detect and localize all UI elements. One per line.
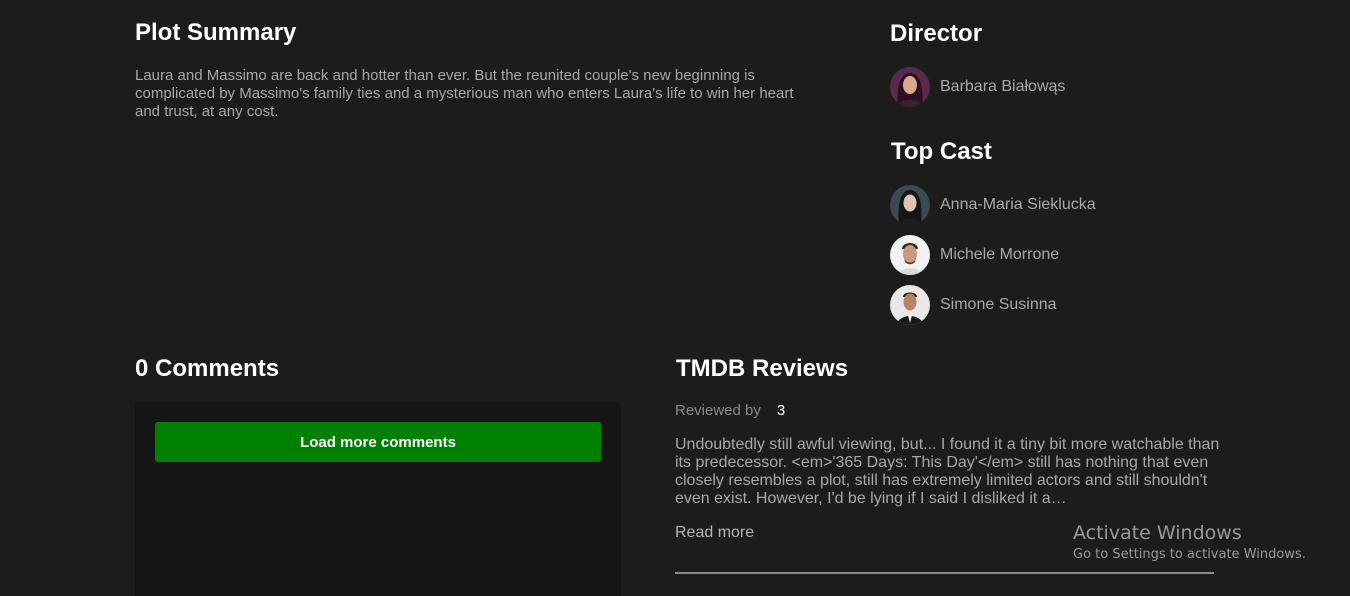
cast-member[interactable]: Simone Susinna	[890, 285, 1057, 325]
reviewed-by-label: Reviewed by	[675, 402, 761, 419]
cast-member[interactable]: Anna-Maria Sieklucka	[890, 185, 1096, 225]
cast-avatar	[890, 235, 930, 275]
activate-windows-subtitle: Go to Settings to activate Windows.	[1073, 547, 1306, 562]
director-item[interactable]: Barbara Białowąs	[890, 67, 1065, 107]
director-title: Director	[890, 20, 983, 47]
activate-windows-title: Activate Windows	[1073, 522, 1242, 544]
cast-member-name: Simone Susinna	[940, 296, 1057, 313]
tmdb-reviews-title: TMDB Reviews	[676, 355, 849, 382]
cast-avatar	[890, 285, 930, 325]
load-more-comments-button[interactable]: Load more comments	[155, 422, 601, 462]
plot-summary-text: Laura and Massimo are back and hotter th…	[135, 67, 794, 120]
comments-panel: Load more comments	[135, 402, 621, 596]
review-divider	[675, 572, 1214, 574]
reviewed-by-line: Reviewed by 3	[675, 402, 785, 419]
plot-summary-title: Plot Summary	[135, 19, 297, 46]
cast-member-name: Anna-Maria Sieklucka	[940, 196, 1096, 213]
review-text: Undoubtedly still awful viewing, but... …	[675, 436, 1220, 507]
comments-title: 0 Comments	[135, 355, 280, 382]
review-author[interactable]: 3	[777, 402, 785, 419]
read-more-link[interactable]: Read more	[675, 524, 754, 542]
cast-member[interactable]: Michele Morrone	[890, 235, 1059, 275]
director-name: Barbara Białowąs	[940, 78, 1066, 95]
cast-member-name: Michele Morrone	[940, 246, 1060, 263]
director-avatar	[890, 67, 930, 107]
cast-avatar	[890, 185, 930, 225]
top-cast-title: Top Cast	[891, 138, 992, 165]
